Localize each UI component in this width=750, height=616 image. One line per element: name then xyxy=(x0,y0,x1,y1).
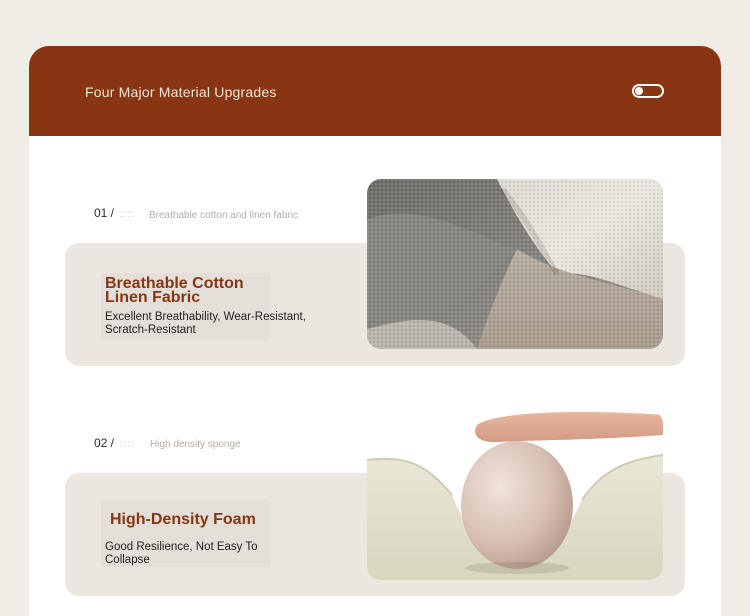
material-card: Four Major Material Upgrades 01 /:::: Br… xyxy=(29,46,721,616)
feature-1-title: Breathable Cotton Linen Fabric xyxy=(105,275,244,306)
feature-2-subtitle: High density sponge xyxy=(150,439,241,450)
toggle-switch[interactable] xyxy=(632,84,664,98)
feature-2-title: High-Density Foam xyxy=(110,511,256,528)
feature-1-number: 01 /:::: xyxy=(94,206,136,220)
feature-1-description: Excellent Breathability, Wear-Resistant,… xyxy=(105,311,306,336)
feature-2-number: 02 /:::: xyxy=(94,436,136,450)
foam-egg-photo xyxy=(367,410,663,580)
fabric-photo xyxy=(367,179,663,349)
feature-2-description: Good Resilience, Not Easy To Collapse xyxy=(105,541,258,566)
toggle-knob xyxy=(635,87,643,95)
feature-2-ghost-text: :::: xyxy=(120,439,136,450)
card-header: Four Major Material Upgrades xyxy=(29,46,721,136)
feature-1-ghost-text: :::: xyxy=(120,209,136,220)
header-title: Four Major Material Upgrades xyxy=(85,84,277,100)
feature-1-subtitle: Breathable cotton and linen fabric xyxy=(149,210,298,221)
